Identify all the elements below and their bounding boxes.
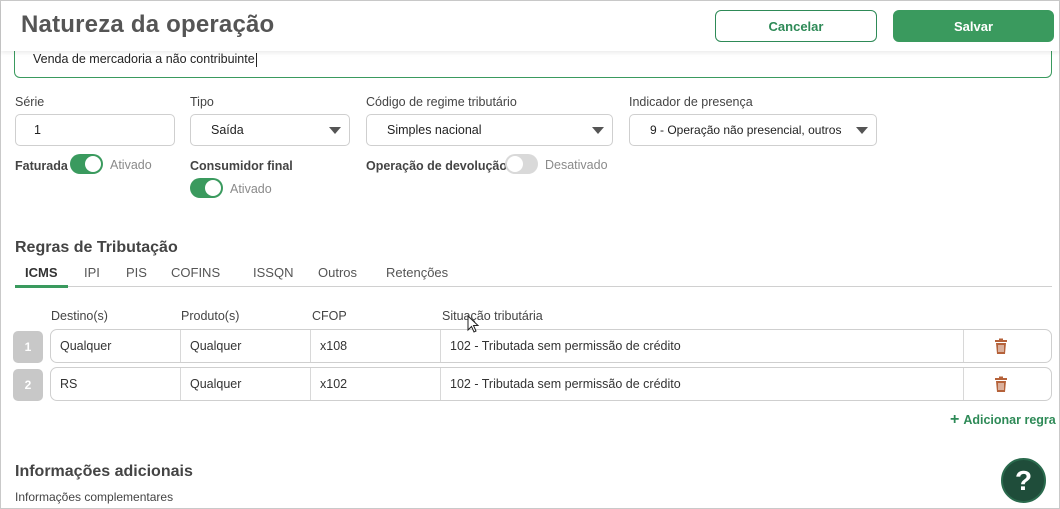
cell-cfop[interactable]: x108 xyxy=(311,330,441,362)
devolucao-label: Operação de devolução xyxy=(366,159,508,173)
devolucao-toggle[interactable] xyxy=(505,154,538,174)
tab-issqn[interactable]: ISSQN xyxy=(253,265,293,280)
tab-cofins[interactable]: COFINS xyxy=(171,265,220,280)
presenca-label: Indicador de presença xyxy=(629,95,753,109)
caret-down-icon xyxy=(329,127,341,134)
caret-down-icon xyxy=(592,127,604,134)
text-cursor xyxy=(255,52,257,67)
page-header: Natureza da operação Cancelar Salvar xyxy=(1,1,1059,51)
tab-icms[interactable]: ICMS xyxy=(25,265,58,280)
column-produto: Produto(s) xyxy=(181,309,240,323)
trash-icon[interactable] xyxy=(993,376,1009,392)
regime-select[interactable]: Simples nacional xyxy=(366,114,613,146)
caret-down-icon xyxy=(856,127,868,134)
serie-label: Série xyxy=(15,95,45,109)
devolucao-state: Desativado xyxy=(545,158,608,172)
tab-ipi[interactable]: IPI xyxy=(84,265,100,280)
tab-outros[interactable]: Outros xyxy=(318,265,357,280)
help-icon: ? xyxy=(1014,464,1033,496)
active-tab-indicator xyxy=(15,285,68,288)
page-title: Natureza da operação xyxy=(21,11,275,38)
cell-destino[interactable]: RS xyxy=(51,368,181,400)
regime-value: Simples nacional xyxy=(387,123,482,137)
table-row[interactable]: Qualquer Qualquer x108 102 - Tributada s… xyxy=(50,329,1052,363)
column-situacao: Situação tributária xyxy=(442,309,543,323)
row-number: 2 xyxy=(13,369,43,401)
faturada-state: Ativado xyxy=(110,158,152,172)
tab-pis[interactable]: PIS xyxy=(126,265,147,280)
tabs-divider xyxy=(15,286,1052,287)
tipo-value: Saída xyxy=(211,123,244,137)
cell-situacao[interactable]: 102 - Tributada sem permissão de crédito xyxy=(441,330,964,362)
presenca-value: 9 - Operação não presencial, outros xyxy=(650,123,842,137)
tipo-label: Tipo xyxy=(190,95,214,109)
cancel-button[interactable]: Cancelar xyxy=(715,10,877,42)
cell-produto[interactable]: Qualquer xyxy=(181,368,311,400)
cell-produto[interactable]: Qualquer xyxy=(181,330,311,362)
complementares-label: Informações complementares xyxy=(15,490,174,504)
consumidor-state: Ativado xyxy=(230,182,272,196)
serie-value: 1 xyxy=(34,123,41,137)
save-button[interactable]: Salvar xyxy=(893,10,1054,42)
info-title: Informações adicionais xyxy=(15,463,193,480)
consumidor-label: Consumidor final xyxy=(190,159,293,173)
serie-input[interactable]: 1 xyxy=(15,114,175,146)
row-number: 1 xyxy=(13,331,43,363)
regras-title: Regras de Tributação xyxy=(15,239,178,256)
plus-icon: + xyxy=(950,411,960,428)
add-rule-label: Adicionar regra xyxy=(963,413,1056,427)
faturada-toggle[interactable] xyxy=(70,154,103,174)
cell-situacao[interactable]: 102 - Tributada sem permissão de crédito xyxy=(441,368,964,400)
column-destino: Destino(s) xyxy=(51,309,108,323)
faturada-label: Faturada xyxy=(15,159,68,173)
presenca-select[interactable]: 9 - Operação não presencial, outros xyxy=(629,114,877,146)
description-value: Venda de mercadoria a não contribuinte xyxy=(33,52,255,66)
regime-label: Código de regime tributário xyxy=(366,95,517,109)
add-rule-button[interactable]: + Adicionar regra xyxy=(950,411,1056,428)
cursor-icon xyxy=(467,315,480,333)
cell-destino[interactable]: Qualquer xyxy=(51,330,181,362)
tipo-select[interactable]: Saída xyxy=(190,114,350,146)
trash-icon[interactable] xyxy=(993,338,1009,354)
column-cfop: CFOP xyxy=(312,309,347,323)
tab-retencoes[interactable]: Retenções xyxy=(386,265,448,280)
help-button[interactable]: ? xyxy=(1001,458,1046,503)
cell-cfop[interactable]: x102 xyxy=(311,368,441,400)
consumidor-toggle[interactable] xyxy=(190,178,223,198)
table-row[interactable]: RS Qualquer x102 102 - Tributada sem per… xyxy=(50,367,1052,401)
